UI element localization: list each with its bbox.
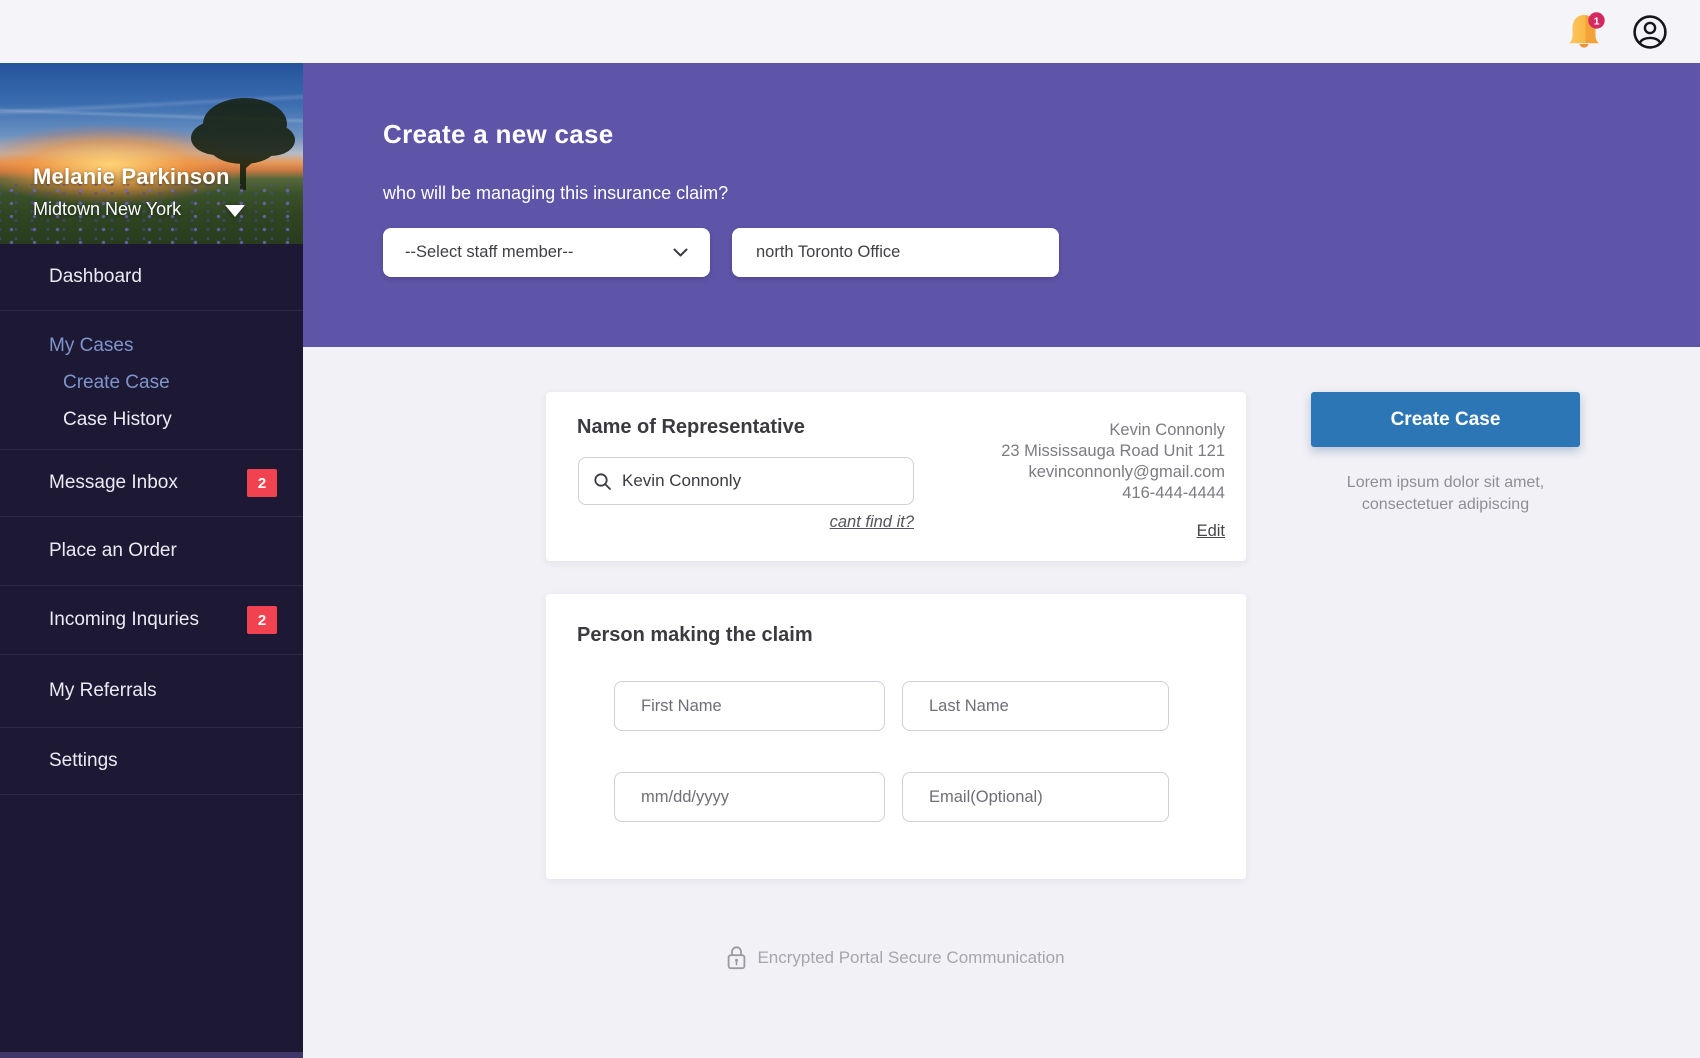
search-icon (594, 472, 611, 490)
claim-card: Person making the claim (546, 594, 1246, 879)
main-content: Name of Representative cant find it? Kev… (303, 347, 1700, 1058)
create-case-description: Lorem ipsum dolor sit amet, consectetuer… (1311, 472, 1580, 516)
notification-bell-icon[interactable]: 1 (1566, 11, 1605, 53)
message-inbox-badge: 2 (247, 469, 277, 497)
staff-member-select[interactable]: --Select staff member-- (383, 228, 710, 277)
edit-link[interactable]: Edit (1197, 521, 1225, 542)
sidebar-item-label: Incoming Inquries (49, 609, 199, 630)
sidebar-item-dashboard[interactable]: Dashboard (0, 244, 303, 311)
sidebar-item-label: My Referrals (49, 680, 157, 701)
representative-phone: 416-444-4444 (1122, 484, 1225, 502)
lock-icon (728, 946, 746, 970)
sidebar-section-my-cases: My Cases Create Case Case History (0, 311, 303, 450)
location-caret-icon (225, 205, 246, 217)
representative-address: 23 Mississauga Road Unit 121 (1001, 442, 1225, 460)
profile-location: Midtown New York (33, 199, 182, 219)
sidebar-item-label: Dashboard (49, 266, 142, 287)
description-line-1: Lorem ipsum dolor sit amet, (1346, 474, 1545, 491)
description-line-2: consectetuer adipiscing (1361, 496, 1530, 513)
date-of-birth-input[interactable] (614, 772, 885, 822)
sidebar-item-label: Message Inbox (49, 472, 178, 493)
notification-count: 1 (1594, 15, 1600, 27)
representative-name: Kevin Connonly (1109, 421, 1225, 439)
representative-info: Kevin Connonly 23 Mississauga Road Unit … (1001, 420, 1225, 542)
top-bar: 1 (0, 0, 1700, 63)
office-input[interactable] (732, 228, 1059, 277)
sidebar-item-label: Settings (49, 750, 118, 771)
sidebar-item-place-an-order[interactable]: Place an Order (0, 517, 303, 586)
representative-card: Name of Representative cant find it? Kev… (546, 392, 1246, 561)
sidebar-item-my-referrals[interactable]: My Referrals (0, 655, 303, 728)
sidebar-item-label: Place an Order (49, 540, 177, 561)
sidebar: Melanie Parkinson Midtown New York Dashb… (0, 63, 303, 1058)
profile-name: Melanie Parkinson (33, 164, 230, 189)
sidebar-item-message-inbox[interactable]: Message Inbox 2 (0, 450, 303, 517)
create-case-hero: Create a new case who will be managing t… (303, 63, 1700, 347)
incoming-inquries-badge: 2 (247, 606, 277, 634)
sidebar-bottom-strip (0, 1052, 303, 1058)
secure-communication-footer: Encrypted Portal Secure Communication (546, 945, 1246, 970)
last-name-input[interactable] (902, 681, 1169, 731)
create-case-button[interactable]: Create Case (1311, 392, 1580, 447)
representative-email: kevinconnonly@gmail.com (1028, 463, 1225, 481)
user-avatar-icon[interactable] (1632, 14, 1668, 50)
location-selector[interactable]: Midtown New York (33, 199, 246, 220)
staff-select-value: --Select staff member-- (405, 243, 574, 261)
sidebar-item-case-history[interactable]: Case History (49, 409, 277, 431)
first-name-input[interactable] (614, 681, 885, 731)
cant-find-it-link[interactable]: cant find it? (578, 513, 914, 532)
hero-subtitle: who will be managing this insurance clai… (383, 183, 729, 203)
sidebar-item-incoming-inquries[interactable]: Incoming Inquries 2 (0, 586, 303, 655)
page-title: Create a new case (383, 119, 614, 149)
sidebar-item-my-cases[interactable]: My Cases (49, 335, 277, 357)
representative-heading: Name of Representative (577, 416, 805, 438)
chevron-down-icon (673, 248, 688, 258)
email-input[interactable] (902, 772, 1169, 822)
secure-communication-text: Encrypted Portal Secure Communication (757, 947, 1065, 967)
sidebar-nav: Dashboard My Cases Create Case Case Hist… (0, 244, 303, 795)
sidebar-item-create-case[interactable]: Create Case (49, 372, 277, 394)
representative-search (578, 457, 914, 505)
claim-heading: Person making the claim (577, 624, 813, 646)
profile-photo: Melanie Parkinson Midtown New York (0, 63, 303, 244)
sidebar-item-settings[interactable]: Settings (0, 728, 303, 795)
representative-search-input[interactable] (622, 471, 899, 491)
